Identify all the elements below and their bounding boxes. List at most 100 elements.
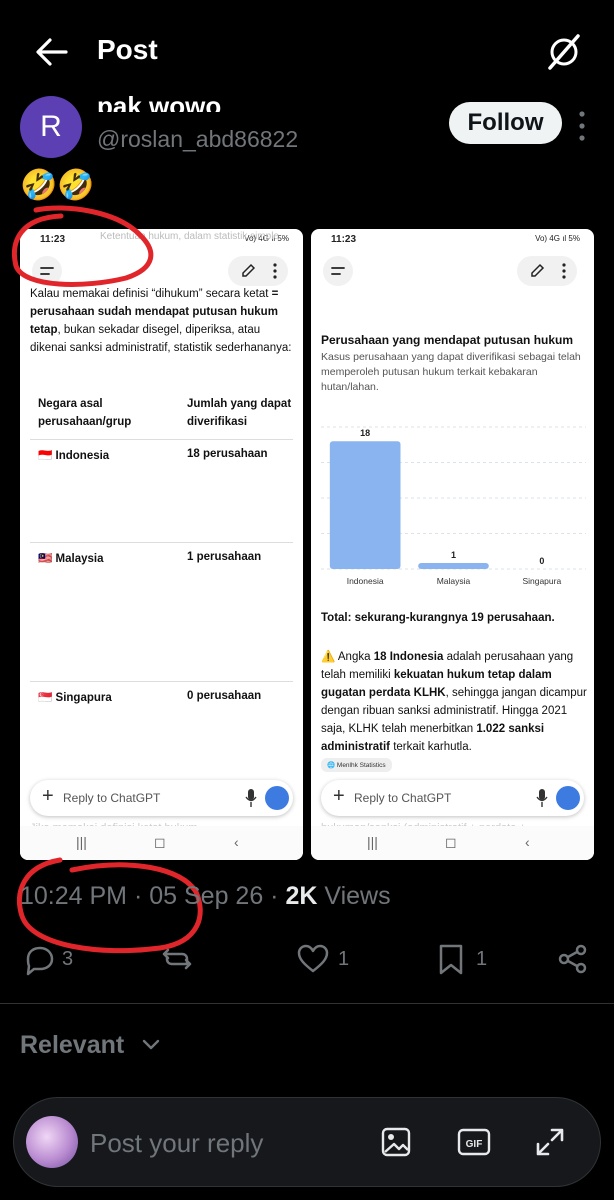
country-label: Malaysia [55,553,104,565]
chat-actions [228,256,288,286]
flag-icon: 🇸🇬 [38,692,53,704]
source-chip: 🌐 Menlhk Statistics [321,758,392,772]
text-span: terkait karhutla. [390,741,472,753]
home-icon: ◻ [154,834,166,850]
menu-icon [331,267,345,275]
recents-icon: ||| [367,834,378,850]
table-header-country: Negara asal perusahaan/grup [38,398,132,428]
table-row: 🇸🇬 Singapura 0 perusahaan [30,681,293,741]
views-count: 2K [285,882,318,910]
source-chip-label: Menlhk Statistics [336,762,386,769]
data-label: 1 [451,550,456,560]
country-label: Singapura [55,692,112,704]
status-time: 11:23 [40,234,66,245]
back-arrow-icon[interactable] [30,32,74,72]
table-row: 🇲🇾 Malaysia 1 perusahaan [30,542,293,681]
bar-chart: 18 Indonesia 1 Malaysia 0 Singapura [321,426,586,586]
reply-action[interactable]: 3 [22,942,73,976]
text-span: Angka [335,651,374,663]
android-nav-bar: ||| ◻ ‹ [20,826,303,860]
edit-icon [531,263,566,279]
sort-label[interactable]: Relevant [20,1031,124,1060]
plus-icon: + [333,785,345,807]
attached-image-2[interactable]: 11:23 Vo) 4G ıl 5% Perusahaan yang menda… [311,229,594,860]
status-bar: 11:23 Vo) 4G ıl 5% [311,229,594,251]
menu-button [32,256,62,286]
reply-input[interactable]: Post your reply [90,1128,263,1159]
warning-icon: ⚠️ [321,651,336,663]
bookmark-icon [439,944,463,975]
voice-icon [265,786,289,810]
post-text: 🤣🤣 [20,169,95,202]
post-meta: 10:24 PM · 05 Sep 26 · 2K Views [20,882,391,911]
mic-icon [245,789,257,807]
back-icon: ‹ [234,834,239,850]
repost-icon [162,948,192,970]
author-name[interactable]: pak wowo [97,88,221,112]
bar-malaysia [418,563,489,569]
bookmark-count: 1 [476,947,488,970]
separator: · [127,882,150,910]
author-handle[interactable]: @roslan_abd86822 [97,126,298,153]
faded-top-text: Ketentuan hukum, dalam statistik simple [100,231,279,242]
intro-line-1: Kalau memakai definisi “dihukum” secara … [30,288,269,300]
share-action[interactable] [556,942,590,976]
chart-total: Total: sekurang-kurangnya 19 perusahaan. [321,612,555,624]
post-time: 10:24 PM [20,882,128,910]
plus-icon: + [42,785,54,807]
reply-icon [26,946,54,976]
expand-icon[interactable] [534,1125,566,1159]
grok-icon[interactable] [544,32,584,72]
flag-icon: 🇮🇩 [38,450,53,462]
status-time: 11:23 [331,234,357,245]
heart-icon [297,944,329,973]
android-nav-bar: ||| ◻ ‹ [311,826,594,860]
table-cell-country: 🇲🇾 Malaysia [38,551,103,565]
bar-indonesia [329,441,401,569]
chevron-down-icon[interactable] [142,1038,160,1052]
attached-image-1[interactable]: 11:23 Vo) 4G ıl 5% Ketentuan hukum, dala… [20,229,303,860]
table-cell-country: 🇮🇩 Indonesia [38,448,109,462]
text-bold: 18 Indonesia [373,651,444,663]
share-icon [558,944,587,974]
table-row: 🇮🇩 Indonesia 18 perusahaan [30,439,293,542]
reply-bar: + Reply to ChatGPT [30,780,293,816]
table-cell-count: 18 perusahaan [187,448,268,460]
tick-label: Indonesia [347,576,384,586]
voice-icon [556,786,580,810]
follow-button[interactable]: Follow [449,102,562,144]
home-icon: ◻ [445,834,457,850]
post-date: 05 Sep 26 [149,882,264,910]
user-avatar [26,1116,78,1168]
separator: · [263,882,286,910]
reply-bar: + Reply to ChatGPT [321,780,584,816]
edit-icon [242,263,277,279]
views-label: Views [317,882,391,910]
image-icon[interactable] [380,1125,412,1159]
status-indicators: Vo) 4G ıl 5% [535,234,580,243]
chat-actions [517,256,577,286]
reply-placeholder: Reply to ChatGPT [354,791,452,805]
gif-icon[interactable]: GIF [456,1125,492,1159]
flag-icon: 🇲🇾 [38,553,53,565]
repost-action[interactable] [160,942,194,976]
bookmark-action[interactable]: 1 [434,942,487,976]
table-cell-count: 1 perusahaan [187,551,262,563]
menu-button [323,256,353,286]
reply-placeholder: Reply to ChatGPT [63,791,161,805]
mic-icon [536,789,548,807]
reply-count: 3 [62,947,74,970]
more-options-icon[interactable] [574,108,590,144]
table-cell-country: 🇸🇬 Singapura [38,690,112,704]
data-label: 18 [360,428,370,438]
svg-text:GIF: GIF [466,1139,483,1150]
recents-icon: ||| [76,834,87,850]
data-label: 0 [539,556,544,566]
page-title: Post [97,34,158,65]
tick-label: Singapura [522,576,561,586]
like-action[interactable]: 1 [296,942,349,976]
chart-subtitle: Kasus perusahaan yang dapat diverifikasi… [321,351,581,393]
globe-icon: 🌐 [327,762,336,769]
table-header-count: Jumlah yang dapat diverifikasi [187,398,292,428]
author-avatar[interactable]: R [20,96,82,158]
